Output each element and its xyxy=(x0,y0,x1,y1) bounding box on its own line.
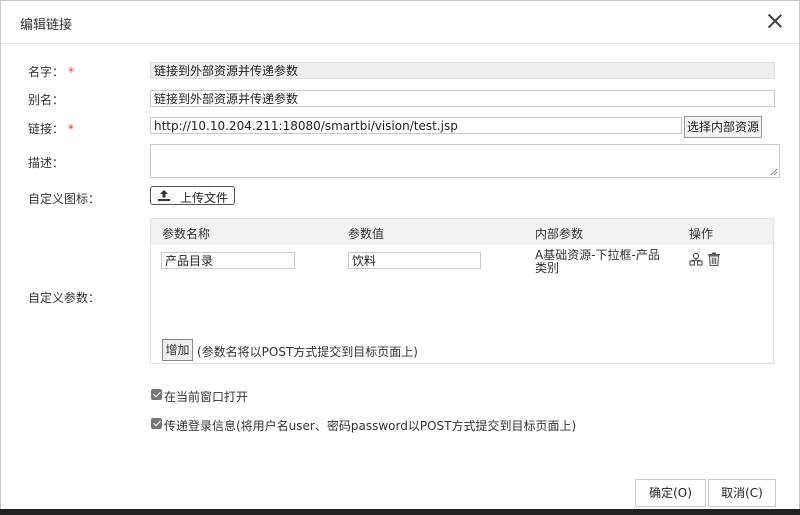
alias-field[interactable] xyxy=(150,90,775,107)
inner-param-text: A基础资源-下拉框-产品类别 xyxy=(535,248,660,275)
custom-params-label: 自定义参数： xyxy=(28,291,101,305)
header-inner-param: 内部参数 xyxy=(535,227,584,241)
custom-icon-label: 自定义图标： xyxy=(28,192,101,206)
open-current-window-checkbox[interactable] xyxy=(151,389,162,400)
required-mark: * xyxy=(68,65,75,79)
description-textarea[interactable] xyxy=(150,144,780,178)
header-param-value: 参数值 xyxy=(348,227,385,241)
bottom-edge-bar xyxy=(0,509,800,515)
ok-button[interactable]: 确定(O) xyxy=(635,479,706,507)
params-hint: (参数名将以POST方式提交到目标页面上) xyxy=(197,345,418,359)
header-param-name: 参数名称 xyxy=(162,227,211,241)
name-label: 名字： * xyxy=(28,65,75,79)
add-param-button[interactable]: 增加 xyxy=(162,339,193,361)
required-mark: * xyxy=(68,122,75,136)
name-field[interactable] xyxy=(150,62,775,79)
open-current-window-label: 在当前窗口打开 xyxy=(164,390,249,404)
param-name-input[interactable] xyxy=(161,252,295,269)
link-field[interactable] xyxy=(150,117,682,134)
header-actions: 操作 xyxy=(689,227,714,241)
params-table-header: 参数名称 参数值 内部参数 操作 xyxy=(151,219,773,245)
params-table: 参数名称 参数值 内部参数 操作 A基础资源-下拉框-产品类别 增加 (参数名将… xyxy=(150,218,774,364)
upload-icon xyxy=(158,190,170,201)
param-value-input[interactable] xyxy=(348,252,481,269)
pass-login-label: 传递登录信息(将用户名user、密码password以POST方式提交到目标页面… xyxy=(164,419,577,433)
select-internal-resource-button[interactable]: 选择内部资源 xyxy=(684,116,762,138)
desc-label: 描述： xyxy=(28,156,65,170)
pass-login-checkbox[interactable] xyxy=(151,418,162,429)
trash-icon[interactable] xyxy=(707,252,721,266)
close-icon[interactable] xyxy=(765,11,785,31)
link-label: 链接： * xyxy=(28,122,75,136)
cancel-button[interactable]: 取消(C) xyxy=(708,479,776,507)
edit-link-dialog: 编辑链接 名字：* 别名： 链接：* 选择内部资源 描述： 自定义图标： 上传文… xyxy=(0,0,800,515)
alias-label: 别名： xyxy=(28,93,65,107)
resize-grip-icon[interactable] xyxy=(770,168,778,176)
dialog-header: 编辑链接 xyxy=(1,1,799,44)
dialog-title: 编辑链接 xyxy=(20,18,73,33)
map-param-icon[interactable] xyxy=(689,252,703,266)
upload-file-button[interactable]: 上传文件 xyxy=(150,186,235,205)
upload-label: 上传文件 xyxy=(180,191,229,205)
